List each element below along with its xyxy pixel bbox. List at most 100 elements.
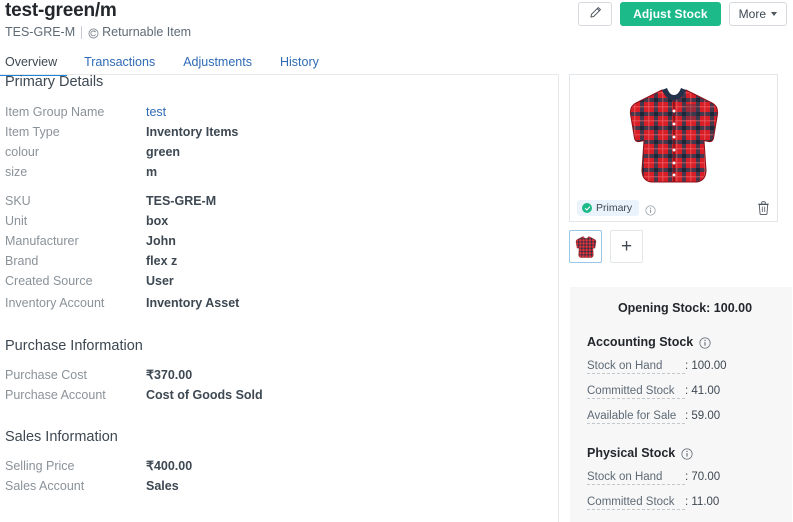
info-icon[interactable] — [699, 337, 711, 349]
field-value: green — [146, 145, 181, 159]
field-purchase-cost: Purchase Cost ₹370.00 — [5, 365, 545, 385]
stock-row-value: : 59.00 — [685, 410, 721, 422]
edit-button[interactable] — [578, 2, 613, 26]
trash-icon[interactable] — [757, 201, 770, 215]
field-value: ₹370.00 — [146, 368, 193, 382]
field-inventory-account: Inventory Account Inventory Asset — [5, 293, 545, 313]
accounting-stock-label: Accounting Stock — [587, 335, 694, 349]
subtitle-divider — [81, 25, 83, 39]
chevron-down-icon — [771, 12, 777, 16]
field-value: Sales — [146, 479, 179, 493]
field-colour: colour green — [5, 142, 545, 162]
field-manufacturer: Manufacturer John — [5, 231, 545, 251]
field-label: Inventory Account — [5, 296, 105, 310]
field-value: Inventory Items — [146, 125, 239, 139]
product-image — [570, 75, 777, 197]
tab-adjustments[interactable]: Adjustments — [169, 50, 266, 74]
field-label: Item Group Name — [5, 105, 105, 119]
image-thumbnail-row: + — [569, 230, 643, 263]
stock-row: Stock on Hand : 100.00 — [570, 360, 792, 374]
physical-stock-label: Physical Stock — [587, 446, 676, 460]
field-label: Selling Price — [5, 459, 75, 473]
section-title-primary-details: Primary Details — [5, 74, 104, 90]
subtitle-sku: TES-GRE-M — [5, 25, 76, 39]
stock-row-label: Committed Stock — [587, 385, 685, 399]
more-button[interactable]: More — [728, 2, 787, 26]
tab-bar: Overview Transactions Adjustments Histor… — [0, 50, 333, 76]
field-value: Cost of Goods Sold — [146, 388, 263, 402]
field-item-group-name: Item Group Name test — [5, 102, 545, 122]
field-sku: SKU TES-GRE-M — [5, 191, 545, 211]
field-value: John — [146, 234, 176, 248]
field-label: Brand — [5, 254, 39, 268]
field-brand: Brand flex z — [5, 251, 545, 271]
stock-row-label: Stock on Hand — [587, 360, 685, 374]
field-selling-price: Selling Price ₹400.00 — [5, 456, 545, 476]
field-created-source: Created Source User — [5, 271, 545, 291]
stock-row: Committed Stock : 11.00 — [570, 496, 792, 510]
field-label: SKU — [5, 194, 31, 208]
field-label: Item Type — [5, 125, 60, 139]
field-item-type: Item Type Inventory Items — [5, 122, 545, 142]
stock-row: Committed Stock : 41.00 — [570, 385, 792, 399]
info-icon[interactable] — [645, 203, 656, 216]
field-purchase-account: Purchase Account Cost of Goods Sold — [5, 385, 545, 405]
field-value: box — [146, 214, 169, 228]
field-label: Unit — [5, 214, 28, 228]
opening-stock-label: Opening Stock: 100.00 — [617, 301, 753, 315]
field-value: m — [146, 165, 158, 179]
page-header: test-green/m TES-GRE-M Returnable Item A… — [0, 0, 793, 76]
primary-badge-label: Primary — [596, 202, 633, 214]
stock-row-label: Stock on Hand — [587, 471, 685, 485]
stock-row-value: : 11.00 — [685, 496, 720, 508]
field-value: flex z — [146, 254, 178, 268]
stock-row-value: : 100.00 — [685, 360, 727, 372]
field-label: colour — [5, 145, 40, 159]
info-icon[interactable] — [681, 448, 693, 460]
stock-row-label: Available for Sale — [587, 410, 685, 424]
physical-stock-title: Physical Stock — [570, 446, 792, 460]
details-pane: Primary Details Item Group Name test Ite… — [0, 74, 558, 522]
field-value: TES-GRE-M — [146, 194, 217, 208]
image-card-footer: Primary — [570, 195, 777, 221]
status-badge-primary: Primary — [577, 200, 640, 216]
field-value: ₹400.00 — [146, 459, 193, 473]
shirt-illustration — [629, 88, 718, 183]
stock-row-value: : 70.00 — [685, 471, 721, 483]
field-label: Manufacturer — [5, 234, 79, 248]
return-circular-arrow-icon — [88, 28, 99, 39]
field-label: Purchase Cost — [5, 368, 87, 382]
field-unit: Unit box — [5, 211, 545, 231]
section-title-purchase-information: Purchase Information — [5, 338, 143, 354]
thumbnail-primary[interactable] — [569, 230, 602, 263]
check-circle-icon — [582, 203, 592, 213]
item-media-and-stock-pane: Primary + Opening Stock: 100.00 Accounti… — [559, 74, 793, 522]
field-label: Created Source — [5, 274, 93, 288]
field-label: size — [5, 165, 28, 179]
returnable-item-label: Returnable Item — [102, 25, 192, 39]
field-size: size m — [5, 162, 545, 182]
stock-row: Available for Sale : 59.00 — [570, 410, 792, 424]
adjust-stock-button[interactable]: Adjust Stock — [620, 2, 721, 26]
field-value: User — [146, 274, 174, 288]
shirt-thumbnail-icon — [575, 235, 596, 258]
header-actions: Adjust Stock More — [578, 2, 787, 26]
field-value-link[interactable]: test — [146, 102, 166, 122]
page-title: test-green/m — [5, 0, 117, 21]
item-subtitle: TES-GRE-M Returnable Item — [5, 25, 191, 39]
section-title-sales-information: Sales Information — [5, 429, 118, 445]
field-label: Purchase Account — [5, 388, 106, 402]
field-sales-account: Sales Account Sales — [5, 476, 545, 496]
tab-transactions[interactable]: Transactions — [70, 50, 169, 74]
more-button-label: More — [738, 7, 766, 21]
product-image-card: Primary — [569, 74, 778, 222]
field-label: Sales Account — [5, 479, 85, 493]
stock-row-value: : 41.00 — [685, 385, 721, 397]
tab-history[interactable]: History — [266, 50, 333, 74]
stock-row: Stock on Hand : 70.00 — [570, 471, 792, 485]
add-image-button[interactable]: + — [610, 230, 643, 263]
stock-row-label: Committed Stock — [587, 496, 685, 510]
tab-overview[interactable]: Overview — [0, 50, 70, 76]
field-value: Inventory Asset — [146, 296, 240, 310]
pencil-icon — [589, 6, 602, 22]
